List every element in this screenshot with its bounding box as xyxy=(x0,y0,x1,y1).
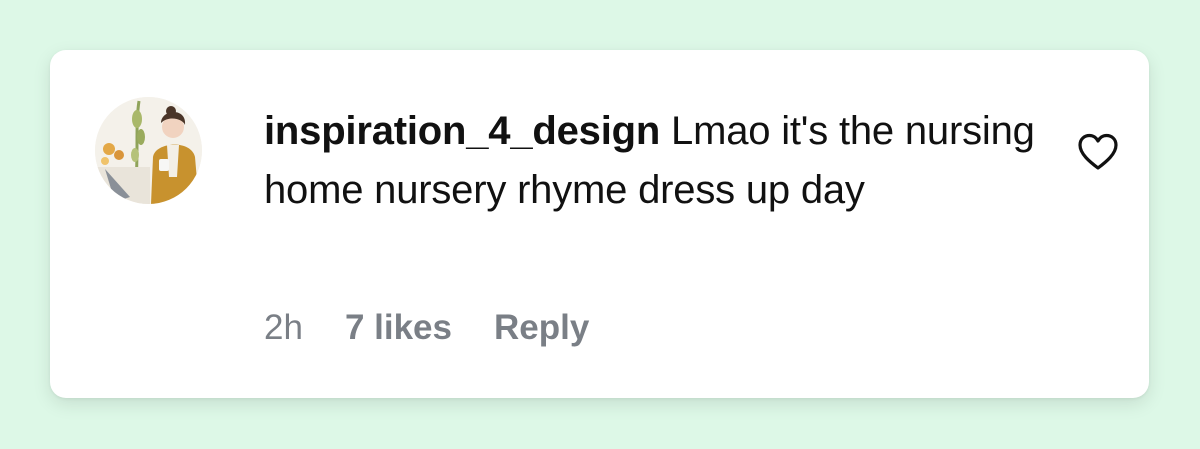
comment-username[interactable]: inspiration_4_design xyxy=(264,109,660,153)
like-button[interactable] xyxy=(1076,132,1120,172)
comment-timestamp: 2h xyxy=(264,308,303,347)
avatar[interactable] xyxy=(95,97,202,204)
comment-body: inspiration_4_design Lmao it's the nursi… xyxy=(264,102,1054,220)
comment-meta: 2h 7 likes Reply xyxy=(264,308,589,348)
comment-card: inspiration_4_design Lmao it's the nursi… xyxy=(50,50,1149,398)
avatar-image xyxy=(95,97,202,204)
heart-outline-icon xyxy=(1078,133,1118,170)
reply-button[interactable]: Reply xyxy=(494,308,589,348)
likes-count[interactable]: 7 likes xyxy=(345,308,452,348)
